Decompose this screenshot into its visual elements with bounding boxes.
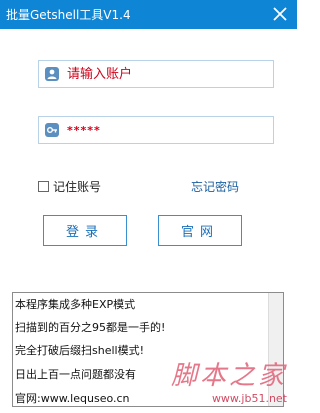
notes-line: 扫描到的百分之95都是一手的! xyxy=(15,321,166,334)
username-field[interactable] xyxy=(38,60,274,88)
notes-line: 本程序集成多种EXP模式 xyxy=(15,298,136,311)
remember-account[interactable]: 记住账号 xyxy=(38,178,101,194)
remember-label: 记住账号 xyxy=(53,179,102,194)
close-button[interactable] xyxy=(269,3,291,25)
username-input[interactable] xyxy=(67,64,267,84)
user-icon xyxy=(45,67,59,81)
forgot-password-link[interactable]: 忘记密码 xyxy=(191,178,239,195)
key-icon xyxy=(45,123,59,137)
remember-checkbox[interactable] xyxy=(38,180,49,192)
login-button[interactable]: 登录 xyxy=(43,215,127,246)
notes-line: 完全打破后缀扫shell模式! xyxy=(15,344,144,357)
notes-line: 日出上百一点问题都没有 xyxy=(15,368,136,381)
watermark-logo: 脚本之家 xyxy=(170,361,287,391)
title-bar: 批量Getshell工具V1.4 xyxy=(0,0,297,29)
password-input[interactable] xyxy=(67,120,267,140)
close-icon xyxy=(273,7,287,21)
official-site-button[interactable]: 官网 xyxy=(158,215,242,246)
password-field[interactable] xyxy=(38,116,274,144)
watermark-url: www.jb51.net xyxy=(211,392,287,405)
window-title: 批量Getshell工具V1.4 xyxy=(6,8,131,22)
notes-line: 官网:www.lequseo.cn xyxy=(15,392,130,405)
